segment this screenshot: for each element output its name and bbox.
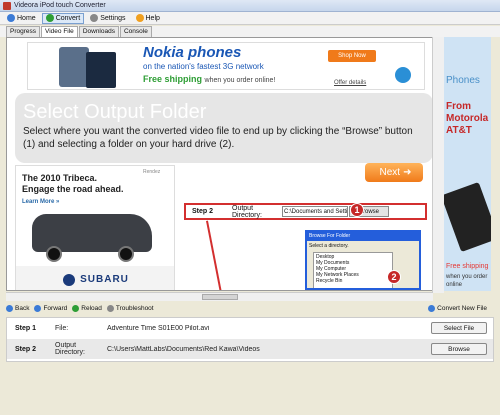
back-button[interactable]: Back [6,304,29,312]
output-directory-path: C:\Users\MattLabs\Documents\Red Kawa\Vid… [107,345,260,353]
badge-2: 2 [387,270,401,284]
select-file-button[interactable]: Select File [431,322,487,334]
arrow-right-icon: ➜ [403,167,412,178]
back-icon [6,304,13,312]
browser-viewport: Nokia phones on the nation's fastest 3G … [6,37,491,291]
phone-image [59,47,89,87]
scroll-thumb[interactable] [201,294,238,300]
browse-dialog-image: Browse For Folder Select a directory. De… [305,230,421,290]
tab-video-file[interactable]: Video File [41,26,78,37]
home-button[interactable]: Home [3,13,40,24]
phone-image [86,52,116,88]
car-wheel [46,246,62,262]
toolbar: Home Convert Settings Help [0,12,500,25]
browse-button[interactable]: Browse [431,343,487,355]
car-wheel [118,246,134,262]
ad-subline: on the nation's fastest 3G network [143,62,264,71]
instructions-text: Select where you want the converted vide… [23,126,413,150]
instructions-panel: Select Output Folder Select where you wa… [15,93,433,163]
nav-bar: Back Forward Reload Troubleshoot Convert… [6,302,494,314]
title-bar: Videora iPod touch Converter [0,0,500,12]
phone-image [444,181,491,253]
ad-headline: Nokia phones [143,44,242,61]
badge-1: 1 [350,203,364,217]
tab-downloads[interactable]: Downloads [78,26,119,37]
window-title: Videora iPod touch Converter [14,2,106,9]
learn-more-link[interactable]: Learn More » [22,199,59,205]
convert-button[interactable]: Convert [41,12,85,24]
ad-shipping: Free shipping when you order online! [143,74,276,84]
subaru-ad[interactable]: Rendez The 2010 Tribeca. Engage the road … [15,165,175,290]
help-icon [135,14,144,22]
callout-line [206,220,229,290]
tab-progress[interactable]: Progress [6,26,41,37]
reload-icon [72,304,80,312]
offer-details-link[interactable]: Offer details [334,80,366,86]
tab-console[interactable]: Console [119,26,152,37]
next-button[interactable]: Next ➜ [365,163,423,182]
subaru-logo: SUBARU [16,266,174,290]
gear-icon [90,14,99,22]
shop-now-button[interactable]: Shop Now [328,50,376,62]
horizontal-scrollbar[interactable] [6,292,433,301]
troubleshoot-button[interactable]: Troubleshoot [106,304,154,312]
folder-tree: Desktop My Documents My Computer My Netw… [313,252,393,288]
nokia-ad-banner[interactable]: Nokia phones on the nation's fastest 3G … [27,42,425,90]
file-steps-panel: Step 1 File: Adventure Time S01E00 Pilot… [6,317,494,362]
forward-button[interactable]: Forward [34,304,67,312]
ad-label: Rendez [143,169,161,175]
convert-new-icon [428,304,436,312]
step2-row: Step 2 Output Directory: C:\Users\MattLa… [7,339,493,359]
subaru-star-icon [63,273,76,286]
home-icon [7,14,15,22]
step2-illustration: Step 2 Output Directory: C:\Documents an… [184,203,427,220]
motorola-ad[interactable]: Phones From Motorola AT&T Free shipping wh… [444,37,491,291]
settings-button[interactable]: Settings [86,13,129,24]
wrench-icon [106,304,114,312]
file-path: Adventure Time S01E00 Pilot.avi [107,324,210,332]
forward-icon [34,304,42,312]
convert-new-file-button[interactable]: Convert New File [428,304,487,312]
ad-headline: The 2010 Tribeca. Engage the road ahead. [22,173,124,194]
step1-row: Step 1 File: Adventure Time S01E00 Pilot… [7,318,493,338]
vertical-scrollbar[interactable] [432,37,444,293]
att-logo [395,67,411,83]
page-title: Select Output Folder [23,101,207,123]
dir-field-image: C:\Documents and Setti [282,206,348,217]
reload-button[interactable]: Reload [72,304,102,312]
convert-icon [45,14,54,22]
app-icon [3,1,11,10]
tab-bar: Progress Video File Downloads Console [0,26,500,37]
help-button[interactable]: Help [132,13,164,24]
